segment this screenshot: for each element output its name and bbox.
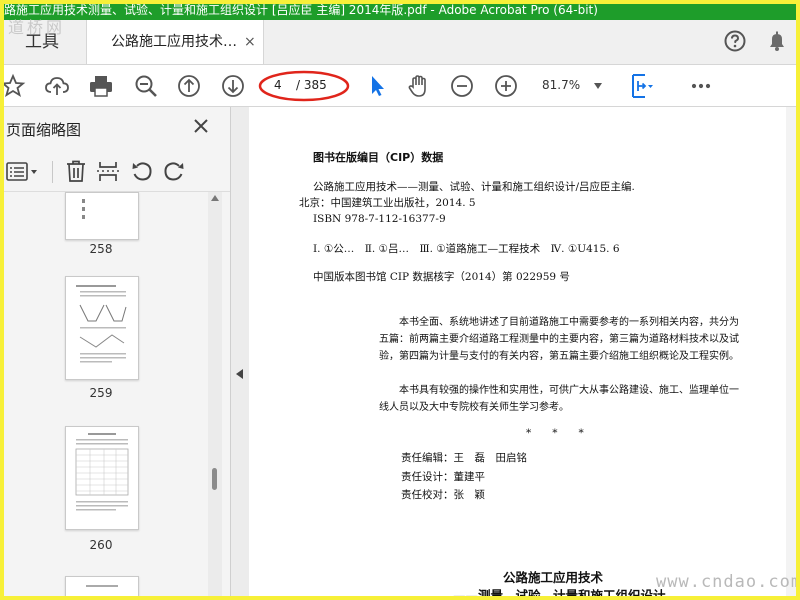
- bookmark-star-icon[interactable]: [0, 73, 26, 99]
- thumbnails-list[interactable]: 258 259 260: [0, 192, 230, 600]
- document-scrollbar[interactable]: [786, 107, 796, 600]
- toolbar-divider: [52, 161, 53, 183]
- cip-line-1: 公路施工应用技术——测量、试验、计量和施工组织设计/吕应臣主编.: [313, 181, 635, 193]
- classification: Ⅰ. ①公… Ⅱ. ①吕… Ⅲ. ①道路施工—工程技术 Ⅳ. ①U415. 6: [313, 243, 620, 255]
- thumbnail-page-260[interactable]: [65, 426, 139, 530]
- collapse-panel-arrow-icon[interactable]: [236, 369, 243, 379]
- upload-cloud-icon[interactable]: [44, 73, 70, 99]
- watermark-bottom-right: www.cndao.com: [656, 572, 800, 592]
- responsible-proofreader: 责任校对：张 颖: [401, 489, 485, 501]
- zoom-out-icon[interactable]: [449, 73, 475, 99]
- thumbnails-scrollbar-thumb[interactable]: [212, 468, 217, 490]
- main-toolbar: 4 / 385 81.7%: [0, 65, 800, 107]
- thumbnail-label: 260: [89, 538, 113, 552]
- responsible-designer: 责任设计：董建平: [401, 471, 485, 483]
- close-panel-icon[interactable]: [192, 117, 210, 135]
- print-icon[interactable]: [88, 73, 114, 99]
- isbn: ISBN 978-7-112-16377-9: [313, 213, 446, 225]
- thumbnail-preview: [75, 433, 129, 511]
- highlight-ellipse: [258, 70, 350, 102]
- cip-line-2: 北京：中国建筑工业出版社，2014. 5: [299, 197, 476, 209]
- zoom-in-icon[interactable]: [493, 73, 519, 99]
- thumbnail-label: 258: [89, 242, 113, 256]
- thumbnail-label: 259: [89, 386, 113, 400]
- next-page-icon[interactable]: [220, 73, 246, 99]
- watermark-top-left: 道桥网: [8, 18, 66, 37]
- thumbnail-page-259[interactable]: [65, 276, 139, 380]
- thumbnails-toolbar: [0, 151, 230, 192]
- separator-stars: * * *: [526, 427, 584, 439]
- window-title: 路施工应用技术测量、试验、计量和施工组织设计 [吕应臣 主编] 2014年版.p…: [4, 3, 598, 17]
- thumbnails-panel-title: 页面缩略图: [6, 121, 82, 139]
- hand-tool-icon[interactable]: [406, 73, 432, 99]
- bell-icon[interactable]: [766, 30, 788, 52]
- cip-heading: 图书在版编目（CIP）数据: [313, 151, 444, 164]
- previous-page-icon[interactable]: [176, 73, 202, 99]
- zoom-level[interactable]: 81.7%: [542, 78, 580, 92]
- thumbnail-page-258[interactable]: [65, 192, 139, 240]
- tab-close-icon[interactable]: ×: [244, 20, 256, 64]
- delete-trash-icon[interactable]: [64, 159, 88, 183]
- cip-number: 中国版本图书馆 CIP 数据核字（2014）第 022959 号: [313, 271, 570, 283]
- thumbnails-scrollbar[interactable]: [208, 192, 222, 600]
- book-title: 公路施工应用技术: [503, 570, 604, 585]
- document-view[interactable]: 图书在版编目（CIP）数据 公路施工应用技术——测量、试验、计量和施工组织设计/…: [249, 107, 800, 600]
- zoom-dropdown-chevron-icon[interactable]: [594, 83, 602, 89]
- rotate-right-icon[interactable]: [162, 159, 186, 183]
- responsible-editor: 责任编辑：王 磊 田启铭: [401, 452, 527, 464]
- select-cursor-icon[interactable]: [364, 73, 390, 99]
- zoom-out-search-icon[interactable]: [133, 73, 159, 99]
- tab-bar: 工具 公路施工应用技术… ×: [0, 20, 800, 65]
- insert-pages-icon[interactable]: [96, 159, 120, 183]
- page-fit-icon[interactable]: [628, 73, 654, 99]
- window-titlebar: 路施工应用技术测量、试验、计量和施工组织设计 [吕应臣 主编] 2014年版.p…: [0, 0, 800, 20]
- thumbnail-preview: [76, 285, 127, 363]
- thumbnails-panel: 页面缩略图 258 259 260: [0, 107, 231, 600]
- panel-splitter[interactable]: [231, 107, 249, 600]
- description-paragraph-1: 本书全面、系统地讲述了目前道路施工中需要参考的一系列相关内容，共分为五篇：前两篇…: [379, 317, 739, 362]
- more-options-icon[interactable]: [688, 73, 714, 99]
- thumbnail-options-icon[interactable]: [6, 161, 40, 183]
- rotate-left-icon[interactable]: [130, 159, 154, 183]
- thumbnail-page-next[interactable]: [65, 576, 139, 600]
- tab-document-label: 公路施工应用技术…: [111, 34, 237, 50]
- help-icon[interactable]: [724, 30, 746, 52]
- description-paragraph-2: 本书具有较强的操作性和实用性，可供广大从事公路建设、施工、监理单位一线人员以及大…: [379, 385, 739, 413]
- tab-document[interactable]: 公路施工应用技术… ×: [86, 20, 264, 64]
- book-subtitle: ——测量、试验、计量和施工组织设计: [453, 588, 666, 600]
- scroll-up-arrow-icon[interactable]: [211, 195, 219, 201]
